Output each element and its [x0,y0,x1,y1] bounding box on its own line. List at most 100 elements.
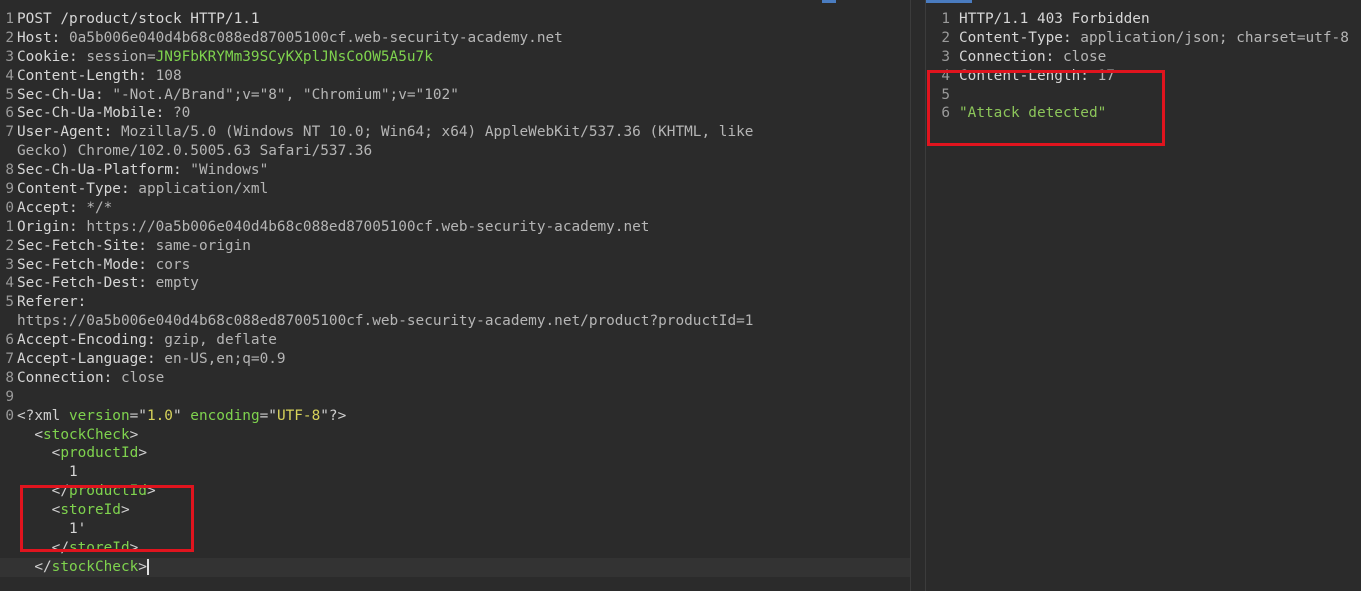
response-line[interactable]: 2 Content-Type: application/json; charset… [926,29,1361,48]
request-token: JN9FbKRYMm39SCyKXplJNsCoOW5A5u7k [155,48,433,65]
request-line[interactable]: 5 Referer: [0,293,910,312]
request-token: Accept-Language: [17,351,165,368]
response-line-text: Content-Type: application/json; charset=… [959,29,1361,48]
request-line-number: 8 [5,162,14,179]
request-line[interactable]: 8 Sec-Ch-Ua-Platform: "Windows" [0,161,910,180]
request-line[interactable]: <stockCheck> [0,426,910,445]
request-token: session= [86,48,156,65]
request-line[interactable]: 4 Content-Length: 108 [0,67,910,86]
request-line[interactable]: https://0a5b006e040d4b68c088ed87005100cf… [0,312,910,331]
request-line[interactable]: 1 [0,463,910,482]
response-line[interactable]: 1 HTTP/1.1 403 Forbidden [926,10,1361,29]
request-token: < [17,426,43,443]
request-line-number: 3 [5,256,14,273]
request-token: gzip, deflate [164,332,277,349]
request-token: application/xml [138,181,269,198]
request-token: Accept-Encoding: [17,332,165,349]
request-line[interactable]: <productId> [0,444,910,463]
request-token: =" [129,407,147,424]
request-line-text: <productId> [17,444,910,463]
request-token: cors [155,256,191,273]
request-line[interactable]: </stockCheck> [0,557,910,577]
request-line-number: 3 [5,48,14,65]
request-line[interactable]: 2 Host: 0a5b006e040d4b68c088ed87005100cf.… [0,29,910,48]
request-token: 1 [17,464,78,481]
request-line[interactable]: 3 Cookie: session=JN9FbKRYMm39SCyKXplJNsC… [0,48,910,67]
request-token: "-Not.A/Brand";v="8", "Chromium";v="102" [112,86,459,103]
response-line-number: 1 [941,11,950,27]
request-line-text: Content-Length: 108 [17,67,910,86]
request-token: > [129,426,139,443]
request-token: Cookie: [17,48,87,65]
request-line[interactable]: 6 Accept-Encoding: gzip, deflate [0,331,910,350]
request-line-number: 0 [5,407,14,424]
response-line-text: HTTP/1.1 403 Forbidden [959,10,1361,29]
request-token: Referer: [17,294,95,311]
request-line[interactable]: 6 Sec-Ch-Ua-Mobile: ?0 [0,104,910,123]
request-token: ?0 [172,105,191,122]
response-viewer-pane[interactable]: 1 HTTP/1.1 403 Forbidden 2 Content-Type: ap… [926,0,1361,591]
response-line[interactable]: 3 Connection: close [926,48,1361,67]
request-line-number: 4 [5,67,14,84]
request-line-number: 2 [5,237,14,254]
request-token: Host: [17,29,69,46]
request-token: =" [259,407,277,424]
request-line[interactable]: 7 Accept-Language: en-US,en;q=0.9 [0,350,910,369]
request-line-text: </stockCheck> [17,558,910,577]
request-line[interactable]: 1 POST /product/stock HTTP/1.1 [0,10,910,29]
request-line-number: 5 [5,86,14,103]
request-token: en-US,en;q=0.9 [164,351,286,368]
request-line[interactable]: 1 Origin: https://0a5b006e040d4b68c088ed8… [0,218,910,237]
response-top-strip [926,0,1361,3]
request-token: Sec-Ch-Ua: [17,86,113,103]
request-line[interactable]: 2 Sec-Fetch-Site: same-origin [0,237,910,256]
request-token: productId [60,445,139,462]
request-token: </ [17,558,52,575]
request-line-number: 5 [5,294,14,311]
pane-divider[interactable] [910,0,926,591]
request-line-text: Accept-Language: en-US,en;q=0.9 [17,350,910,369]
request-editor-pane[interactable]: 1 POST /product/stock HTTP/1.1 2 Host: 0a5b… [0,0,910,591]
request-line[interactable]: 9 [0,388,910,407]
request-line-text: Content-Type: application/xml [17,180,910,199]
request-line[interactable]: 8 Connection: close [0,369,910,388]
request-line[interactable]: 0 <?xml version="1.0" encoding="UTF-8"?> [0,407,910,426]
request-token: <?xml [17,407,69,424]
storeid-highlight-box [20,485,194,552]
request-line-number: 7 [5,124,14,141]
request-line-text: <?xml version="1.0" encoding="UTF-8"?> [17,407,910,426]
request-token: https://0a5b006e040d4b68c088ed87005100cf… [86,218,650,235]
response-line-number: 3 [941,48,950,65]
request-line[interactable]: 5 Sec-Ch-Ua: "-Not.A/Brand";v="8", "Chrom… [0,86,910,105]
request-token: User-Agent: [17,124,121,141]
request-line-text: https://0a5b006e040d4b68c088ed87005100cf… [17,312,910,331]
request-line-number: 9 [5,181,14,198]
request-token: < [17,445,61,462]
request-line[interactable]: 7 User-Agent: Mozilla/5.0 (Windows NT 10.… [0,123,910,142]
request-line-text: Sec-Ch-Ua: "-Not.A/Brand";v="8", "Chromi… [17,86,910,105]
response-token: Connection: [959,48,1063,65]
request-line[interactable]: 9 Content-Type: application/xml [0,180,910,199]
request-line[interactable]: 3 Sec-Fetch-Mode: cors [0,256,910,275]
request-line-number: 2 [5,29,14,46]
request-line-text: Sec-Ch-Ua-Mobile: ?0 [17,104,910,123]
request-line-text: Cookie: session=JN9FbKRYMm39SCyKXplJNsCo… [17,48,910,67]
request-token: " [172,407,191,424]
request-line[interactable]: Gecko) Chrome/102.0.5005.63 Safari/537.3… [0,142,910,161]
request-token: stockCheck [43,426,130,443]
request-line-text: Sec-Fetch-Mode: cors [17,256,910,275]
request-token: Content-Type: [17,181,139,198]
response-token: application/json; charset=utf-8 [1080,29,1349,46]
text-cursor [146,558,149,575]
response-token: close [1062,48,1107,65]
request-line-number: 1 [5,11,14,27]
request-line[interactable]: 0 Accept: */* [0,199,910,218]
request-token: version [68,407,130,424]
request-line-text: Sec-Fetch-Site: same-origin [17,237,910,256]
request-line[interactable]: 4 Sec-Fetch-Dest: empty [0,274,910,293]
attack-detected-highlight-box [927,70,1165,146]
request-token: Sec-Fetch-Site: [17,237,156,254]
request-line-text: Host: 0a5b006e040d4b68c088ed87005100cf.w… [17,29,910,48]
request-line-number: 6 [5,332,14,349]
request-line-text: Accept-Encoding: gzip, deflate [17,331,910,350]
